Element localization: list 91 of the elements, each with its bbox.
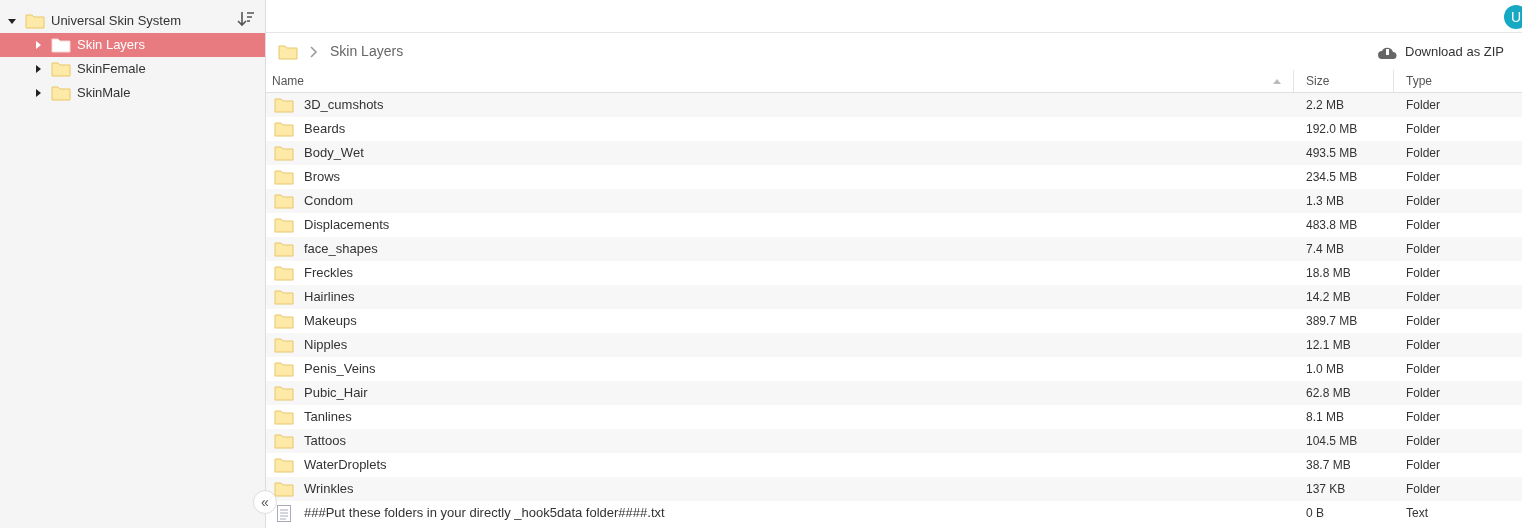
type-cell-text: Folder: [1405, 337, 1441, 354]
file-name[interactable]: Penis_Veins: [304, 359, 376, 379]
tree-item[interactable]: SkinMale: [0, 81, 265, 105]
column-header[interactable]: Size: [1293, 70, 1393, 92]
folder-icon: [274, 457, 294, 473]
text-file-icon: [277, 504, 291, 522]
folder-icon: [274, 217, 294, 233]
type-cell-text: Folder: [1405, 361, 1441, 378]
collapsed-arrow-icon[interactable]: [33, 64, 43, 74]
size-cell-text: 104.5 MB: [1305, 433, 1359, 450]
file-name[interactable]: Makeups: [304, 311, 357, 331]
file-name[interactable]: Nipples: [304, 335, 348, 355]
type-cell-text: Folder: [1405, 409, 1441, 426]
type-cell-text: Folder: [1405, 97, 1441, 114]
file-name[interactable]: Pubic_Hair: [304, 383, 368, 403]
sort-icon[interactable]: [237, 11, 255, 27]
collapsed-arrow-icon[interactable]: [33, 88, 43, 98]
file-name[interactable]: Displacements: [304, 215, 390, 235]
tree-item[interactable]: SkinFemale: [0, 57, 265, 81]
file-name[interactable]: Tattoos: [304, 431, 346, 451]
breadcrumb-item[interactable]: Skin Layers: [330, 41, 404, 62]
type-cell-text: Folder: [1405, 145, 1441, 162]
file-name[interactable]: Hairlines: [304, 287, 355, 307]
folder-icon: [274, 97, 294, 113]
type-cell-text: Text: [1405, 505, 1429, 522]
type-cell-text: Folder: [1405, 169, 1441, 186]
folder-icon: [25, 13, 45, 29]
size-cell-text: 18.8 MB: [1305, 265, 1352, 282]
folder-icon: [274, 121, 294, 137]
expanded-arrow-icon[interactable]: [7, 16, 17, 26]
file-name[interactable]: Freckles: [304, 263, 354, 283]
file-name[interactable]: Brows: [304, 167, 341, 187]
size-cell-text: 234.5 MB: [1305, 169, 1359, 186]
size-cell-text: 2.2 MB: [1305, 97, 1345, 114]
type-cell-text: Folder: [1405, 385, 1441, 402]
folder-icon: [274, 385, 294, 401]
folder-icon: [274, 337, 294, 353]
folder-icon: [274, 481, 294, 497]
type-cell-text: Folder: [1405, 289, 1441, 306]
folder-icon: [51, 61, 71, 77]
type-cell-text: Folder: [1405, 193, 1441, 210]
type-cell-text: Folder: [1405, 265, 1441, 282]
size-cell-text: 483.8 MB: [1305, 217, 1359, 234]
folder-icon: [274, 145, 294, 161]
type-cell-text: Folder: [1405, 433, 1441, 450]
file-name[interactable]: face_shapes: [304, 239, 378, 259]
type-cell-text: Folder: [1405, 217, 1441, 234]
file-name[interactable]: WaterDroplets: [304, 455, 387, 475]
file-name[interactable]: Beards: [304, 119, 346, 139]
file-name[interactable]: Body_Wet: [304, 143, 364, 163]
folder-icon: [274, 193, 294, 209]
folder-icon: [274, 265, 294, 281]
collapse-sidebar-button[interactable]: «: [253, 490, 277, 514]
file-name[interactable]: ###Put these folders in your directly _hook5data folder####.txt: [304, 503, 665, 523]
type-cell-text: Folder: [1405, 241, 1441, 258]
folder-icon: [274, 313, 294, 329]
size-cell-text: 389.7 MB: [1305, 313, 1359, 330]
size-cell-text: 1.3 MB: [1305, 193, 1345, 210]
file-name[interactable]: 3D_cumshots: [304, 95, 384, 115]
size-cell-text: 0 B: [1305, 505, 1325, 522]
file-name[interactable]: Wrinkles: [304, 479, 354, 499]
folder-icon: [274, 169, 294, 185]
file-name[interactable]: Tanlines: [304, 407, 352, 427]
folder-icon: [274, 409, 294, 425]
folder-icon: [274, 361, 294, 377]
size-cell-text: 137 KB: [1305, 481, 1347, 498]
type-cell-text: Folder: [1405, 457, 1441, 474]
size-cell-text: 8.1 MB: [1305, 409, 1345, 426]
sort-ascending-icon: [1273, 78, 1281, 84]
size-cell-text: 62.8 MB: [1305, 385, 1352, 402]
folder-icon: [274, 241, 294, 257]
size-cell-text: 14.2 MB: [1305, 289, 1352, 306]
column-header[interactable]: Type: [1393, 70, 1522, 92]
chevron-right-icon: [310, 45, 318, 58]
download-zip-button[interactable]: Download as ZIP: [1377, 41, 1504, 62]
size-cell-text: 38.7 MB: [1305, 457, 1352, 474]
size-cell-text: 7.4 MB: [1305, 241, 1345, 258]
folder-icon: [274, 433, 294, 449]
type-cell-text: Folder: [1405, 313, 1441, 330]
folder-icon: [274, 289, 294, 305]
folder-icon: [51, 85, 71, 101]
size-cell-text: 1.0 MB: [1305, 361, 1345, 378]
size-cell-text: 493.5 MB: [1305, 145, 1359, 162]
size-cell-text: 192.0 MB: [1305, 121, 1359, 138]
tree-item[interactable]: Universal Skin System: [0, 9, 265, 33]
file-name[interactable]: Condom: [304, 191, 354, 211]
column-header[interactable]: Name: [266, 70, 1293, 92]
type-cell-text: Folder: [1405, 481, 1441, 498]
size-cell-text: 12.1 MB: [1305, 337, 1352, 354]
type-cell-text: Folder: [1405, 121, 1441, 138]
folder-icon: [51, 37, 71, 53]
